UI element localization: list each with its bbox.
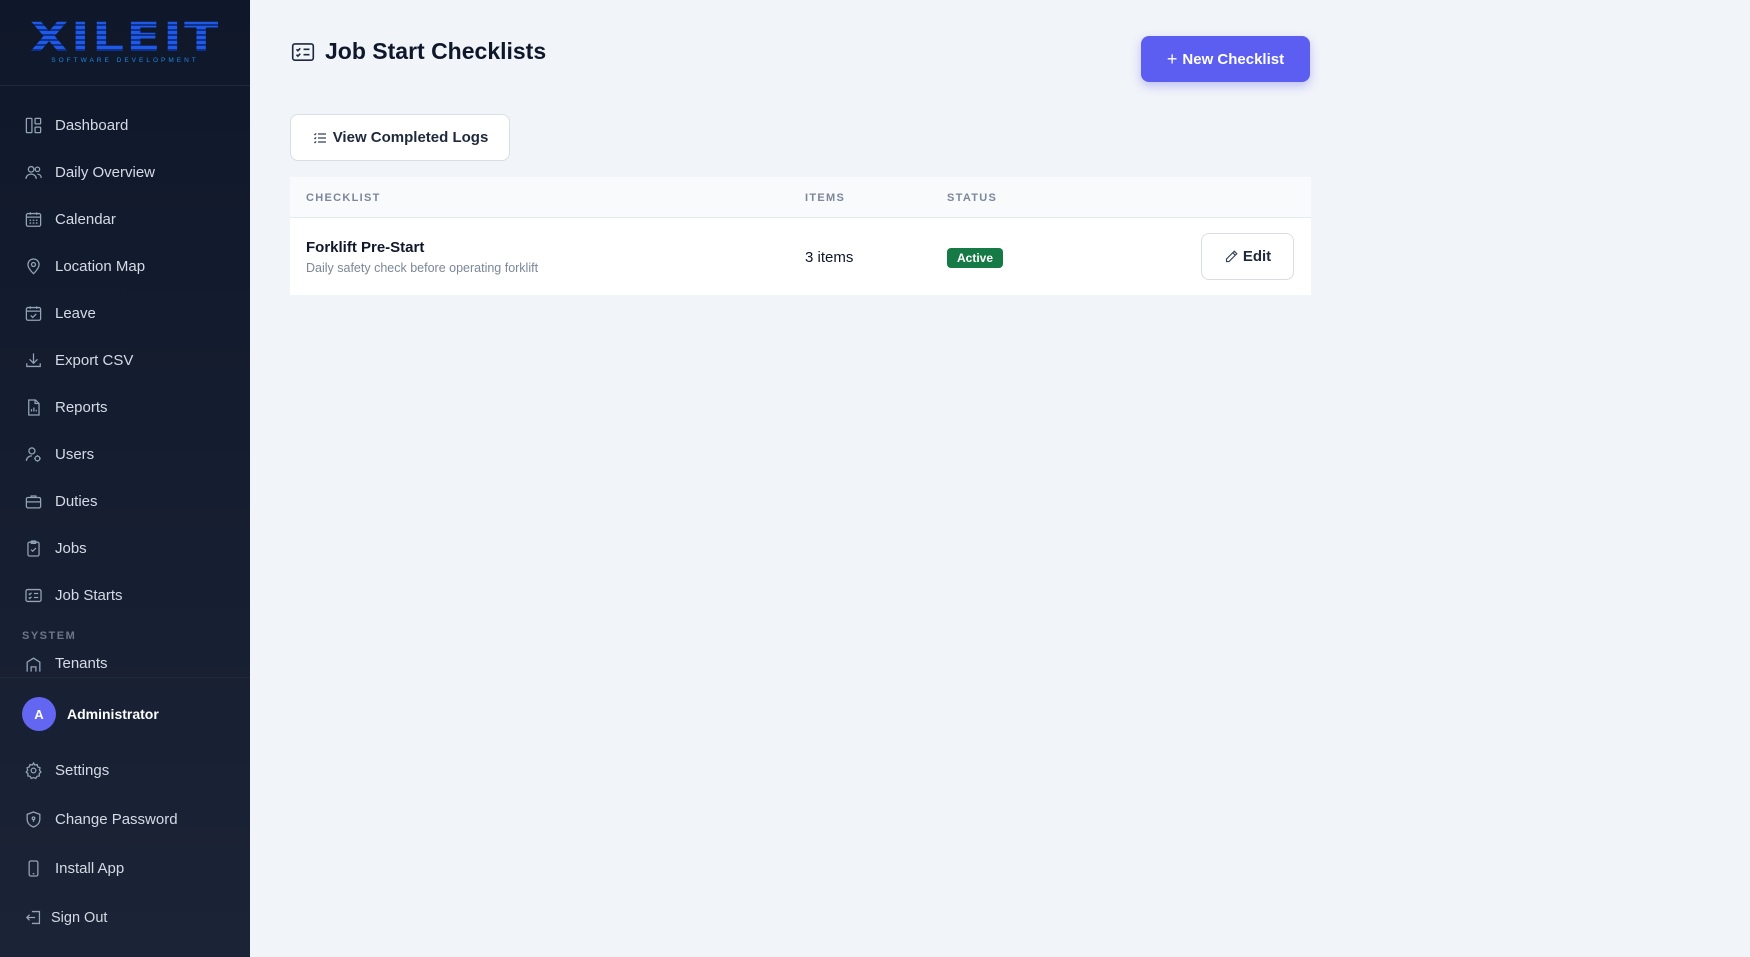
sidebar-item-label: Job Starts — [55, 587, 123, 604]
sidebar-item-duties[interactable]: Duties — [0, 478, 250, 525]
user-name: Administrator — [67, 706, 159, 722]
shield-icon — [26, 811, 41, 828]
sidebar-item-label: Reports — [55, 399, 108, 416]
table-row[interactable]: Forklift Pre-Start Daily safety check be… — [290, 177, 1311, 295]
phone-icon — [28, 860, 39, 877]
sidebar-item-label: Duties — [55, 493, 98, 510]
logo-text: XILEIT — [29, 15, 221, 61]
sign-out-icon — [25, 910, 41, 925]
pencil-icon — [1225, 250, 1238, 263]
install-app-link[interactable]: Install App — [0, 844, 250, 893]
checklist-name: Forklift Pre-Start — [306, 239, 425, 256]
plus-icon: + — [1166, 49, 1178, 69]
sidebar-item-calendar[interactable]: Calendar — [0, 196, 250, 243]
sidebar-item-label: Location Map — [55, 258, 146, 275]
sidebar-item-job-starts[interactable]: Job Starts — [0, 572, 250, 619]
sidebar-item-label: Tenants — [55, 655, 108, 672]
edit-label: Edit — [1242, 248, 1272, 265]
view-completed-logs-button[interactable]: View Completed Logs — [290, 114, 510, 161]
sign-out-link[interactable]: Sign Out — [0, 893, 250, 942]
sidebar-section-system: SYSTEM — [22, 630, 77, 642]
calendar-check-icon — [25, 306, 42, 321]
sidebar-item-tenants[interactable]: Tenants — [0, 649, 250, 676]
page-header: Job Start Checklists — [290, 38, 546, 65]
checklist-item-count: 3 items — [805, 249, 854, 266]
checklist-description: Daily safety check before operating fork… — [306, 261, 539, 275]
sidebar-item-daily-overview[interactable]: Daily Overview — [0, 149, 250, 196]
sidebar-item-label: Dashboard — [55, 117, 129, 134]
building-icon — [26, 657, 41, 672]
sidebar-footer: A Administrator Settings Change Password… — [0, 677, 250, 957]
view-completed-logs-label: View Completed Logs — [332, 129, 489, 146]
checklist-icon — [25, 588, 42, 603]
calendar-icon — [25, 212, 42, 227]
avatar: A — [22, 697, 56, 731]
sidebar-item-location-map[interactable]: Location Map — [0, 243, 250, 290]
sidebar-item-jobs[interactable]: Jobs — [0, 525, 250, 572]
sidebar-nav: Dashboard Daily Overview Calendar Locati… — [0, 102, 250, 676]
download-icon — [26, 353, 41, 368]
users-icon — [25, 165, 42, 179]
edit-button[interactable]: Edit — [1201, 233, 1294, 280]
list-icon — [313, 132, 326, 144]
sign-out-label: Sign Out — [51, 909, 108, 926]
new-checklist-label: New Checklist — [1182, 50, 1285, 68]
sidebar-item-label: Leave — [55, 305, 96, 322]
sidebar-item-label: Calendar — [55, 211, 116, 228]
sidebar-item-export-csv[interactable]: Export CSV — [0, 337, 250, 384]
report-icon — [28, 399, 40, 416]
sidebar-item-label: Jobs — [55, 540, 87, 557]
sidebar-item-label: Users — [55, 446, 95, 463]
new-checklist-button[interactable]: + New Checklist — [1141, 36, 1310, 82]
sidebar-item-dashboard[interactable]: Dashboard — [0, 102, 250, 149]
sidebar-item-label: Export CSV — [55, 352, 134, 369]
checklist-icon — [291, 42, 315, 61]
clipboard-icon — [27, 540, 40, 557]
page-title: Job Start Checklists — [325, 38, 547, 64]
sidebar-item-users[interactable]: Users — [0, 431, 250, 478]
settings-link[interactable]: Settings — [0, 746, 250, 795]
install-app-label: Install App — [55, 860, 125, 877]
user-profile[interactable]: A Administrator — [0, 682, 250, 746]
sidebar-item-label: Daily Overview — [55, 164, 156, 181]
sidebar: XILEIT SOFTWARE DEVELOPMENT Dashboard Da… — [0, 0, 250, 957]
dashboard-icon — [25, 117, 42, 134]
logo[interactable]: XILEIT SOFTWARE DEVELOPMENT — [0, 0, 250, 86]
change-password-label: Change Password — [55, 811, 178, 828]
main-content: Job Start Checklists + New Checklist Vie… — [250, 0, 1750, 957]
map-pin-icon — [27, 258, 40, 275]
user-settings-icon — [25, 447, 41, 462]
sidebar-item-leave[interactable]: Leave — [0, 290, 250, 337]
status-badge: Active — [947, 248, 1004, 268]
briefcase-icon — [25, 495, 42, 509]
gear-icon — [25, 761, 42, 780]
change-password-link[interactable]: Change Password — [0, 795, 250, 844]
settings-label: Settings — [55, 762, 110, 779]
sidebar-item-reports[interactable]: Reports — [0, 384, 250, 431]
